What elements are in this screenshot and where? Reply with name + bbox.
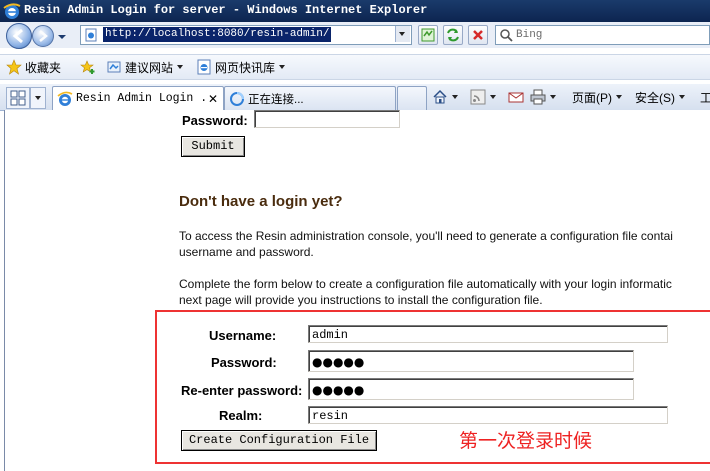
ie-page-icon xyxy=(197,59,211,75)
chevron-down-icon xyxy=(550,95,556,99)
favorites-star-icon xyxy=(6,59,22,75)
address-url: http://localhost:8080/resin-admin/ xyxy=(103,27,332,42)
recent-pages-dropdown[interactable] xyxy=(56,30,68,42)
chevron-down-icon xyxy=(35,96,41,100)
add-favorite-star-icon xyxy=(80,60,95,74)
ie-page-icon xyxy=(57,91,73,106)
read-mail-button[interactable] xyxy=(508,88,524,106)
config-password-input[interactable]: ●●●●● xyxy=(308,350,634,372)
address-dropdown[interactable] xyxy=(395,26,410,42)
search-box[interactable] xyxy=(495,25,710,45)
address-input[interactable]: http://localhost:8080/resin-admin/ xyxy=(80,25,412,45)
username-input[interactable]: admin xyxy=(308,325,668,343)
feeds-icon xyxy=(470,89,486,105)
window-title: Resin Admin Login for server - Windows I… xyxy=(24,3,428,17)
ie-logo-icon xyxy=(3,3,21,19)
web-slice-gallery-label: 网页快讯库 xyxy=(215,60,276,75)
suggested-sites-label: 建议网站 xyxy=(125,60,174,75)
search-input[interactable] xyxy=(516,27,701,42)
favorites-bar: 收藏夹 建议网站 网页快讯库 xyxy=(0,54,710,80)
forward-arrow-icon xyxy=(39,30,48,42)
tab-bar: Resin Admin Login ... ✕ 正在连接... 页面(P) 安全… xyxy=(0,84,710,111)
realm-label: Realm: xyxy=(219,408,263,423)
safety-menu-button[interactable]: 安全(S) xyxy=(635,88,685,106)
tools-menu-label: 工 xyxy=(700,90,710,105)
loading-icon xyxy=(230,91,244,106)
chevron-down-icon xyxy=(452,95,458,99)
favorites-button[interactable]: 收藏夹 xyxy=(6,58,61,76)
page-icon xyxy=(85,28,97,42)
refresh-icon xyxy=(447,28,459,42)
home-icon xyxy=(433,89,447,104)
intro-paragraph-line-1: To access the Resin administration conso… xyxy=(179,229,673,243)
page-menu-label: 页面(P) xyxy=(572,90,612,105)
search-icon xyxy=(500,29,513,42)
chevron-down-icon xyxy=(490,95,496,99)
suggested-sites-item[interactable]: 建议网站 xyxy=(106,58,184,76)
safety-menu-label: 安全(S) xyxy=(635,90,675,105)
back-button[interactable] xyxy=(6,23,32,49)
tab-label: 正在连接... xyxy=(248,93,304,106)
reenter-password-input[interactable]: ●●●●● xyxy=(308,378,634,400)
chevron-down-icon xyxy=(399,32,405,36)
login-password-label: Password: xyxy=(182,113,248,128)
title-bar: Resin Admin Login for server - Windows I… xyxy=(0,0,710,22)
back-arrow-icon xyxy=(12,28,23,44)
signup-heading: Don't have a login yet? xyxy=(179,193,343,210)
instructions-paragraph-line-2: next page will provide you instructions … xyxy=(179,293,543,307)
refresh-button[interactable] xyxy=(443,25,463,45)
address-toolbar: http://localhost:8080/resin-admin/ xyxy=(0,22,710,49)
page-menu-button[interactable]: 页面(P) xyxy=(572,88,622,106)
stop-button[interactable] xyxy=(468,25,488,45)
create-configuration-file-button[interactable]: Create Configuration File xyxy=(181,430,377,451)
web-slice-gallery-item[interactable]: 网页快讯库 xyxy=(196,58,286,76)
submit-button[interactable]: Submit xyxy=(181,136,245,157)
chevron-down-icon xyxy=(58,35,66,39)
close-tab-icon[interactable]: ✕ xyxy=(208,92,218,106)
compatibility-view-icon xyxy=(421,28,435,42)
page-content: Password: Submit Don't have a login yet?… xyxy=(4,110,710,471)
feeds-button[interactable] xyxy=(470,88,496,106)
home-button[interactable] xyxy=(432,88,458,106)
quick-tabs-button[interactable] xyxy=(6,87,30,109)
config-password-label: Password: xyxy=(211,355,277,370)
chevron-down-icon xyxy=(616,95,622,99)
forward-button[interactable] xyxy=(32,25,54,47)
intro-paragraph-line-2: username and password. xyxy=(179,245,314,259)
username-label: Username: xyxy=(209,328,277,343)
favorites-label: 收藏夹 xyxy=(25,60,62,75)
mail-icon xyxy=(508,92,524,103)
stop-icon xyxy=(473,30,483,40)
tab-connecting[interactable]: 正在连接... xyxy=(224,86,396,110)
tools-menu-button[interactable]: 工 xyxy=(700,88,710,106)
compatibility-view-button[interactable] xyxy=(418,25,438,45)
add-to-favorites-button[interactable] xyxy=(80,58,99,76)
instructions-paragraph-line-1: Complete the form below to create a conf… xyxy=(179,277,672,291)
tab-resin-admin-login[interactable]: Resin Admin Login ... ✕ xyxy=(52,86,224,110)
printer-icon xyxy=(530,89,546,105)
handwritten-annotation: 第一次登录时候 xyxy=(459,430,593,452)
reenter-password-label: Re-enter password: xyxy=(181,383,303,398)
chevron-down-icon xyxy=(279,65,286,69)
chevron-down-icon xyxy=(679,95,685,99)
tab-label: Resin Admin Login ... xyxy=(76,92,208,105)
tab-list-dropdown[interactable] xyxy=(30,87,46,109)
new-tab-button[interactable] xyxy=(397,86,427,110)
chevron-down-icon xyxy=(177,65,184,69)
realm-input[interactable]: resin xyxy=(308,406,668,424)
quick-tabs-grid-icon xyxy=(10,90,26,106)
print-button[interactable] xyxy=(530,88,556,106)
login-password-input[interactable] xyxy=(254,110,400,128)
suggested-sites-icon xyxy=(107,61,121,73)
